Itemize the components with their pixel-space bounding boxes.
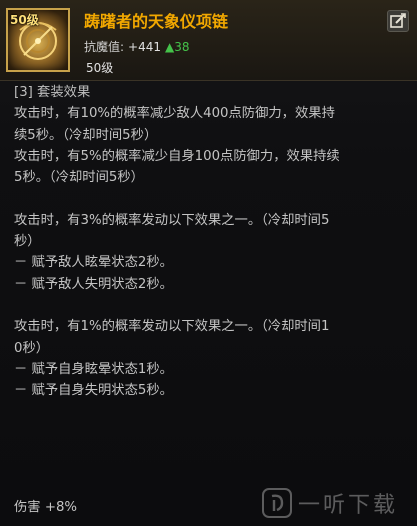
watermark: 一听下载	[262, 487, 398, 519]
effect-line: － 赋予敌人眩晕状态2秒。	[14, 255, 173, 271]
effect-line: 秒）	[14, 234, 41, 250]
edit-button[interactable]	[387, 10, 409, 32]
item-level-badge: 50级	[10, 13, 39, 27]
damage-bonus: 伤害 +8%	[14, 500, 78, 515]
effect-line: 攻击时，有5%的概率减少自身100点防御力，效果持续	[14, 148, 340, 164]
item-tooltip-panel: 50级 踌躇者的天象仪项链 抗魔值: +441 ▲38 50级 [3] 套装效果 攻…	[0, 0, 417, 526]
stat-label: 抗魔值:	[84, 40, 125, 54]
effect-line: － 赋予自身失明状态5秒。	[14, 383, 173, 399]
effect-line: 攻击时，有3%的概率发动以下效果之一。（冷却时间5	[14, 212, 330, 228]
item-level: 50级	[86, 61, 114, 75]
watermark-text: 一听下载	[298, 493, 399, 518]
edit-icon	[390, 13, 406, 28]
stat-value: +441	[128, 40, 162, 54]
ear-logo-icon	[262, 488, 292, 518]
effect-line: 攻击时，有10%的概率减少敌人400点防御力，效果持	[14, 106, 335, 122]
set-effect-header: [3] 套装效果	[14, 85, 91, 100]
effect-line: － 赋予敌人失明状态2秒。	[14, 276, 173, 292]
item-header: 50级 踌躇者的天象仪项链 抗魔值: +441 ▲38 50级	[0, 0, 417, 81]
item-icon[interactable]: 50级	[6, 8, 70, 72]
set-effect-section: [3] 套装效果 攻击时，有10%的概率减少敌人400点防御力，效果持 续5秒。…	[14, 82, 409, 401]
effect-line: 5秒。（冷却时间5秒）	[14, 170, 144, 186]
effect-line: 续5秒。（冷却时间5秒）	[14, 127, 158, 143]
effect-line: 攻击时，有1%的概率发动以下效果之一。（冷却时间1	[14, 319, 330, 335]
effect-line: － 赋予自身眩晕状态1秒。	[14, 361, 173, 377]
stat-delta: ▲38	[165, 40, 190, 54]
effect-line: 0秒）	[14, 340, 50, 356]
item-stat: 抗魔值: +441 ▲38	[84, 38, 190, 55]
item-title: 踌躇者的天象仪项链	[84, 12, 229, 31]
